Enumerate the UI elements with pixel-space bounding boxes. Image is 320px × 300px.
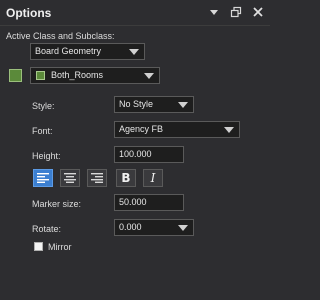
align-right-button[interactable] — [87, 169, 107, 187]
bold-button[interactable]: B — [116, 169, 136, 187]
panel-title: Options — [6, 6, 52, 20]
style-dropdown[interactable]: No Style — [114, 96, 194, 113]
chevron-down-icon — [178, 225, 188, 231]
marker-size-value: 50.000 — [119, 197, 147, 207]
class-dropdown-value: Board Geometry — [35, 46, 102, 56]
rotate-dropdown[interactable]: 0.000 — [114, 219, 194, 236]
marker-size-label: Marker size: — [32, 199, 82, 209]
chevron-down-icon — [144, 73, 154, 79]
align-left-button[interactable] — [33, 169, 53, 187]
color-swatch[interactable] — [9, 69, 22, 82]
chevron-down-icon — [178, 102, 188, 108]
italic-icon: I — [150, 171, 156, 185]
font-dropdown[interactable]: Agency FB — [114, 121, 240, 138]
mirror-label: Mirror — [48, 242, 72, 252]
height-value: 100.000 — [119, 149, 152, 159]
subclass-color-swatch — [36, 71, 45, 80]
dropdown-menu-icon[interactable] — [208, 6, 220, 18]
style-label: Style: — [32, 101, 55, 111]
height-label: Height: — [32, 151, 61, 161]
font-label: Font: — [32, 126, 53, 136]
align-left-icon — [37, 173, 49, 183]
restore-icon[interactable] — [230, 6, 242, 18]
rotate-dropdown-value: 0.000 — [119, 222, 142, 232]
align-center-icon — [64, 173, 76, 183]
align-right-icon — [91, 173, 103, 183]
subclass-dropdown[interactable]: Both_Rooms — [30, 67, 160, 84]
active-class-label: Active Class and Subclass: — [6, 31, 115, 41]
rotate-label: Rotate: — [32, 224, 62, 234]
close-icon[interactable] — [252, 6, 264, 18]
title-bar-icons — [208, 6, 264, 18]
marker-size-input[interactable]: 50.000 — [114, 194, 184, 211]
mirror-checkbox[interactable] — [34, 242, 43, 251]
chevron-down-icon — [224, 127, 234, 133]
style-dropdown-value: No Style — [119, 99, 154, 109]
bold-icon: B — [121, 171, 131, 185]
align-center-button[interactable] — [60, 169, 80, 187]
font-dropdown-value: Agency FB — [119, 124, 164, 134]
title-bar: Options — [0, 0, 270, 26]
class-dropdown[interactable]: Board Geometry — [30, 43, 145, 60]
chevron-down-icon — [129, 49, 139, 55]
height-input[interactable]: 100.000 — [114, 146, 184, 163]
italic-button[interactable]: I — [143, 169, 163, 187]
subclass-dropdown-value: Both_Rooms — [51, 70, 104, 80]
